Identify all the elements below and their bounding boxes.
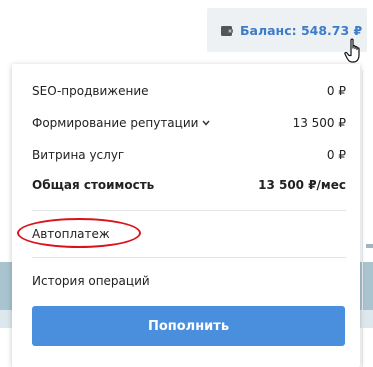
divider <box>32 210 346 211</box>
topup-button[interactable]: Пополнить <box>32 306 345 346</box>
service-value: 13 500 ₽ <box>292 116 346 130</box>
total-value: 13 500 ₽/мес <box>258 178 346 192</box>
wallet-icon <box>221 25 233 36</box>
total-row: Общая стоимость 13 500 ₽/мес <box>32 178 346 192</box>
history-link[interactable]: История операций <box>32 274 150 288</box>
background-divider <box>362 70 363 367</box>
background-marker <box>366 244 373 248</box>
service-row-reputation[interactable]: Формирование репутации 13 500 ₽ <box>32 116 346 130</box>
service-value: 0 ₽ <box>326 84 346 98</box>
chevron-down-icon[interactable] <box>202 120 210 126</box>
divider <box>32 257 346 258</box>
total-label: Общая стоимость <box>32 178 155 192</box>
service-label: Формирование репутации <box>32 116 199 130</box>
service-label: SEO-продвижение <box>32 84 149 98</box>
balance-button[interactable]: Баланс: 548.73 ₽ <box>207 8 367 52</box>
autopay-link[interactable]: Автоплатеж <box>32 227 110 241</box>
balance-label: Баланс: 548.73 ₽ <box>240 22 363 38</box>
service-row-showcase: Витрина услуг 0 ₽ <box>32 148 346 162</box>
service-label: Витрина услуг <box>32 148 125 162</box>
balance-dropdown: SEO-продвижение 0 ₽ Формирование репутац… <box>12 64 360 367</box>
service-value: 0 ₽ <box>326 148 346 162</box>
hand-pointer-icon <box>344 38 360 63</box>
service-row-seo: SEO-продвижение 0 ₽ <box>32 84 346 98</box>
